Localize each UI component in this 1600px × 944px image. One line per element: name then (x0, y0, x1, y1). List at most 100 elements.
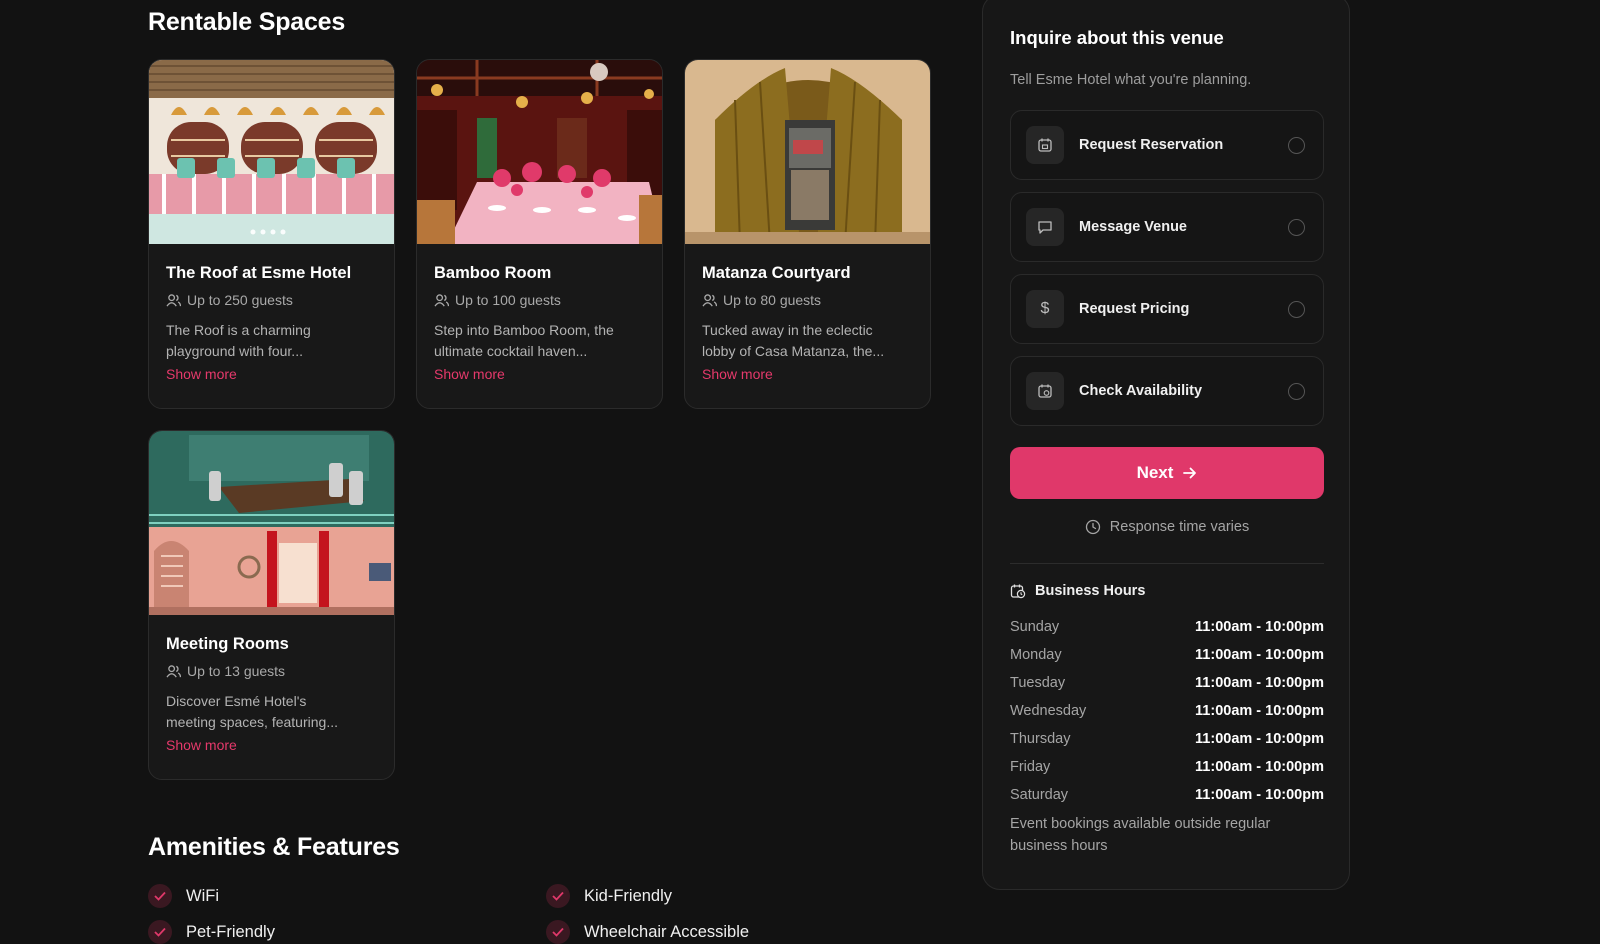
show-more-link[interactable]: Show more (166, 737, 237, 753)
space-description-line: The Roof is a charming (166, 322, 311, 338)
space-description: Tucked away in the eclectic lobby of Cas… (702, 320, 914, 362)
radio-button[interactable] (1288, 382, 1305, 400)
inquiry-panel: Inquire about this venue Tell Esme Hotel… (982, 0, 1350, 890)
inquiry-subtitle: Tell Esme Hotel what you're planning. (1010, 72, 1252, 88)
response-time: Response time varies (1010, 519, 1324, 535)
space-title: Bamboo Room (434, 264, 552, 282)
amenity-item: Pet-Friendly (148, 920, 275, 944)
guest-capacity-label: Up to 80 guests (723, 292, 822, 308)
space-image-bamboo-room (417, 60, 662, 244)
space-card-bamboo-room[interactable]: Bamboo Room Up to 100 guests Step into B… (416, 59, 663, 409)
calendar-clock-icon (1010, 584, 1026, 599)
space-card-matanza-courtyard[interactable]: Matanza Courtyard Up to 80 guests Tucked… (684, 59, 931, 409)
hours-day: Friday (1010, 759, 1051, 775)
guest-capacity-label: Up to 250 guests (187, 292, 293, 308)
guest-capacity-label: Up to 13 guests (187, 663, 286, 679)
hours-day: Thursday (1010, 731, 1071, 747)
space-title: Meeting Rooms (166, 635, 289, 653)
amenity-item: Kid-Friendly (546, 884, 672, 908)
guest-capacity: Up to 13 guests (166, 663, 378, 679)
hours-time: 11:00am - 10:00pm (1195, 647, 1324, 663)
hours-time: 11:00am - 10:00pm (1195, 703, 1324, 719)
business-hours-label: Business Hours (1035, 583, 1146, 599)
hours-row: Friday 11:00am - 10:00pm (1010, 753, 1324, 781)
message-icon (1026, 208, 1064, 246)
amenity-label: Kid-Friendly (584, 886, 673, 905)
hours-time: 11:00am - 10:00pm (1195, 759, 1324, 775)
guest-capacity-label: Up to 100 guests (455, 292, 561, 308)
radio-button[interactable] (1288, 136, 1305, 154)
amenity-label: WiFi (186, 886, 219, 905)
users-icon (166, 293, 181, 306)
next-button[interactable]: Next (1010, 447, 1324, 499)
users-icon (434, 293, 449, 306)
show-more-link[interactable]: Show more (434, 366, 505, 382)
option-message-venue[interactable]: Message Venue (1010, 192, 1324, 262)
space-description: Step into Bamboo Room, the ultimate cock… (434, 320, 646, 362)
space-description-line: ultimate cocktail haven... (434, 343, 588, 359)
divider (1010, 563, 1324, 564)
space-card-roof[interactable]: The Roof at Esme Hotel Up to 250 guests … (148, 59, 395, 409)
guest-capacity: Up to 250 guests (166, 292, 378, 308)
amenity-item: Wheelchair Accessible (546, 920, 749, 944)
hours-row: Tuesday 11:00am - 10:00pm (1010, 669, 1324, 697)
dollar-icon: $ (1026, 290, 1064, 328)
space-description-line: Discover Esmé Hotel's (166, 693, 307, 709)
business-hours-title: Business Hours (1010, 583, 1145, 599)
hours-day: Tuesday (1010, 675, 1066, 691)
space-description: The Roof is a charming playground with f… (166, 320, 378, 362)
hours-day: Wednesday (1010, 703, 1087, 719)
note-line: business hours (1010, 838, 1108, 854)
radio-button[interactable] (1288, 300, 1305, 318)
calendar-check-icon (1026, 372, 1064, 410)
guest-capacity: Up to 100 guests (434, 292, 646, 308)
clock-icon (1085, 519, 1100, 535)
rentable-spaces-title: Rentable Spaces (148, 8, 346, 36)
hours-row: Thursday 11:00am - 10:00pm (1010, 725, 1324, 753)
hours-day: Sunday (1010, 619, 1060, 635)
arrow-right-icon (1183, 467, 1197, 479)
option-label: Check Availability (1079, 383, 1203, 399)
option-request-reservation[interactable]: Request Reservation (1010, 110, 1324, 180)
hours-day: Saturday (1010, 787, 1069, 803)
space-description-line: Tucked away in the eclectic (702, 322, 873, 338)
check-icon (148, 884, 172, 908)
guest-capacity: Up to 80 guests (702, 292, 914, 308)
users-icon (702, 293, 717, 306)
amenity-label: Wheelchair Accessible (584, 922, 750, 941)
hours-time: 11:00am - 10:00pm (1195, 619, 1324, 635)
space-title: Matanza Courtyard (702, 264, 851, 282)
amenity-item: WiFi (148, 884, 219, 908)
show-more-link[interactable]: Show more (702, 366, 773, 382)
check-icon (148, 920, 172, 944)
hours-row: Saturday 11:00am - 10:00pm (1010, 781, 1324, 809)
hours-row: Monday 11:00am - 10:00pm (1010, 641, 1324, 669)
note-line: Event bookings available outside regular (1010, 816, 1271, 832)
space-image-matanza-courtyard (685, 60, 930, 244)
hours-time: 11:00am - 10:00pm (1195, 675, 1324, 691)
next-button-label: Next (1136, 463, 1174, 482)
users-icon (166, 664, 181, 677)
check-icon (546, 920, 570, 944)
hours-row: Wednesday 11:00am - 10:00pm (1010, 697, 1324, 725)
hours-time: 11:00am - 10:00pm (1195, 731, 1324, 747)
space-title: The Roof at Esme Hotel (166, 264, 352, 282)
hours-day: Monday (1010, 647, 1062, 663)
calendar-icon (1026, 126, 1064, 164)
option-label: Request Pricing (1079, 301, 1190, 317)
radio-button[interactable] (1288, 218, 1305, 236)
option-check-availability[interactable]: Check Availability (1010, 356, 1324, 426)
response-time-label: Response time varies (1109, 519, 1250, 535)
space-description-line: lobby of Casa Matanza, the... (702, 343, 885, 359)
space-description: Discover Esmé Hotel's meeting spaces, fe… (166, 691, 378, 733)
space-card-meeting-rooms[interactable]: Meeting Rooms Up to 13 guests Discover E… (148, 430, 395, 780)
check-icon (546, 884, 570, 908)
amenity-label: Pet-Friendly (186, 922, 275, 941)
hours-time: 11:00am - 10:00pm (1195, 787, 1324, 803)
space-description-line: playground with four... (166, 343, 303, 359)
option-label: Request Reservation (1079, 137, 1224, 153)
space-description-line: meeting spaces, featuring... (166, 714, 338, 730)
option-request-pricing[interactable]: $ Request Pricing (1010, 274, 1324, 344)
show-more-link[interactable]: Show more (166, 366, 237, 382)
amenities-title: Amenities & Features (148, 833, 400, 861)
